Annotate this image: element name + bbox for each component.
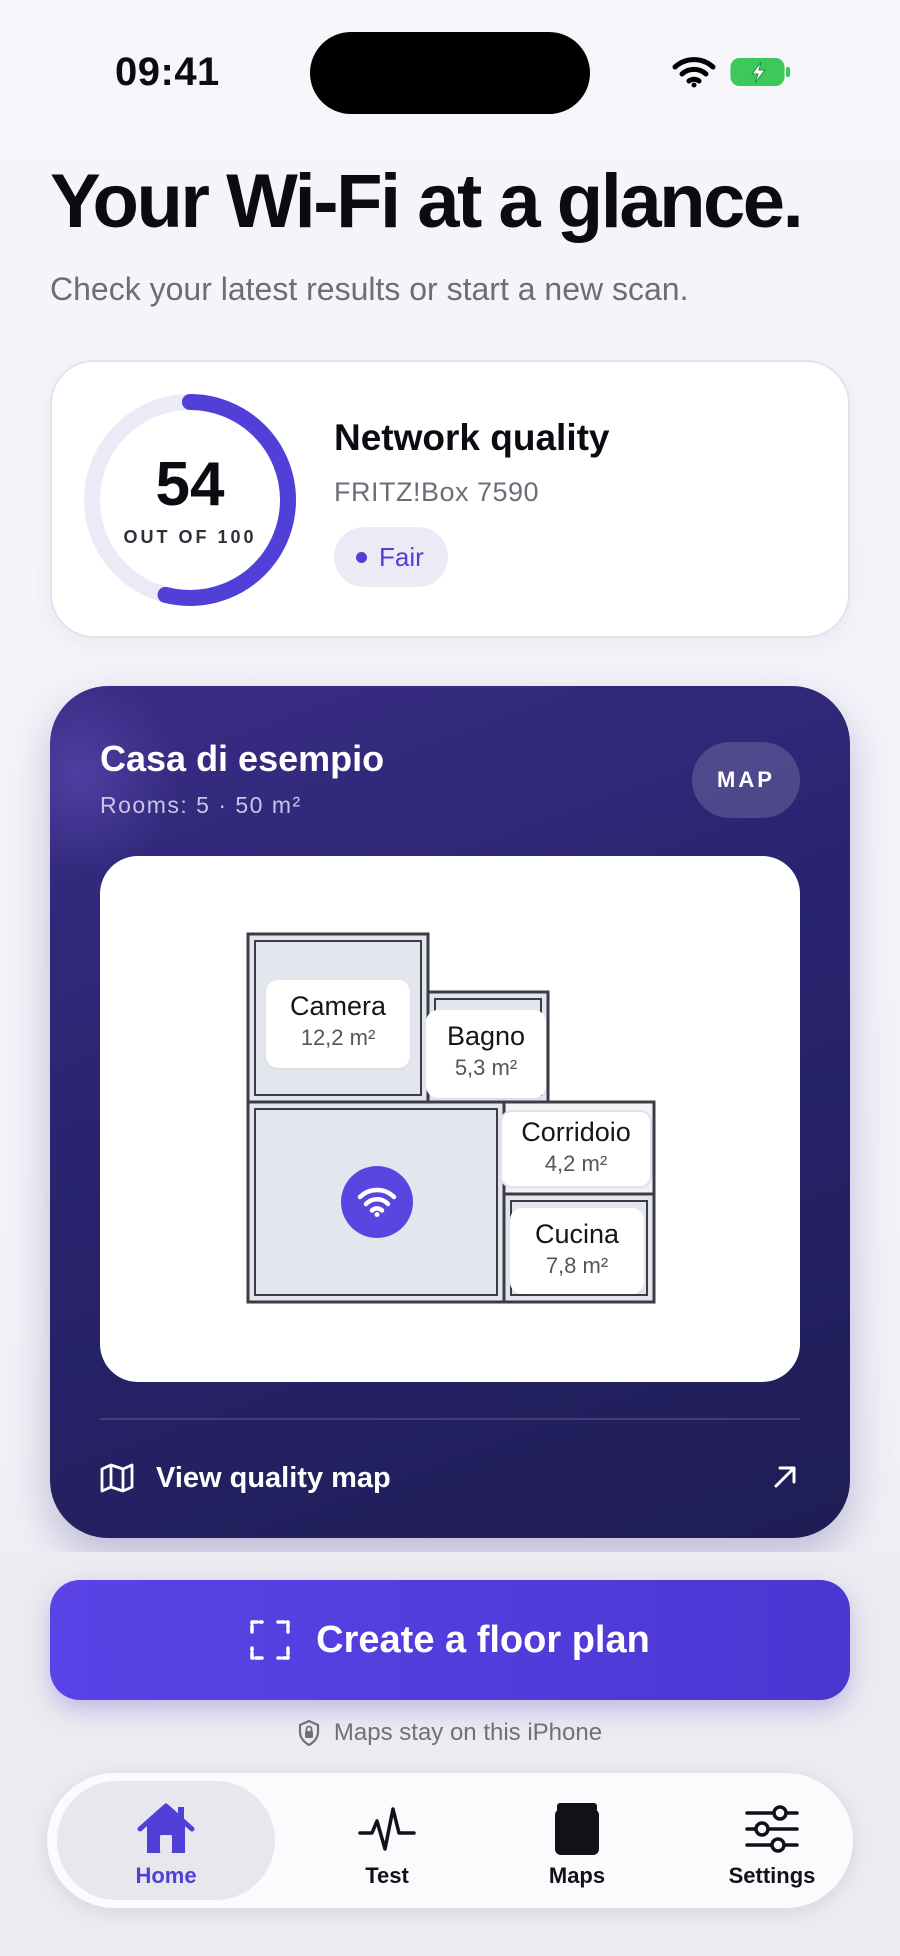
room-area: 7,8 m² — [545, 1252, 609, 1278]
status-time: 09:41 — [115, 50, 220, 94]
lock-shield-icon — [298, 1720, 320, 1746]
room-area: 5,3 m² — [454, 1054, 518, 1080]
room-label-corridoio[interactable]: Corridoio 4,2 m² — [500, 1110, 652, 1188]
status-dot-icon — [356, 551, 367, 563]
home-name: Casa di esempio — [100, 738, 385, 779]
create-floor-plan-button[interactable]: Create a floor plan — [50, 1580, 850, 1700]
tab-maps-label: Maps — [548, 1863, 606, 1888]
status-badge-label: Fair — [379, 541, 424, 572]
wifi-icon — [357, 1187, 397, 1217]
tab-bar: Home Test Maps Settings — [47, 1773, 853, 1908]
room-name: Bagno — [446, 1021, 526, 1051]
create-floor-plan-label: Create a floor plan — [316, 1618, 650, 1661]
map-chip[interactable]: MAP — [692, 742, 800, 818]
tab-home[interactable]: Home — [57, 1781, 275, 1900]
room-label-camera[interactable]: Camera 12,2 m² — [266, 980, 410, 1068]
arrow-up-right-icon — [774, 1466, 796, 1488]
floor-plan-preview[interactable]: Camera 12,2 m² Bagno 5,3 m² Corridoio 4,… — [100, 856, 800, 1382]
tab-test-label: Test — [365, 1863, 409, 1888]
tab-settings-label: Settings — [728, 1863, 816, 1888]
home-meta: Rooms: 5 · 50 m² — [100, 792, 302, 818]
room-area: 4,2 m² — [544, 1150, 608, 1176]
room-name: Cucina — [534, 1219, 620, 1249]
tab-test[interactable]: Test — [317, 1781, 457, 1900]
privacy-note-label: Maps stay on this iPhone — [333, 1719, 603, 1746]
pulse-icon — [358, 1807, 416, 1851]
house-icon — [137, 1803, 195, 1853]
scan-frame-icon — [250, 1620, 290, 1660]
floor-plan-drawing — [246, 932, 656, 1304]
maps-icon — [555, 1803, 599, 1855]
privacy-note: Maps stay on this iPhone — [0, 1712, 900, 1754]
map-icon — [100, 1463, 134, 1493]
room-area: 12,2 m² — [300, 1024, 376, 1050]
router-name: FRITZ!Box 7590 — [334, 477, 540, 507]
tab-maps[interactable]: Maps — [507, 1781, 647, 1900]
page-subtitle: Check your latest results or start a new… — [50, 271, 689, 307]
tab-settings[interactable]: Settings — [697, 1781, 847, 1900]
dynamic-island — [310, 32, 590, 114]
room-name: Corridoio — [521, 1117, 631, 1147]
view-quality-map-label: View quality map — [156, 1461, 391, 1494]
sliders-icon — [745, 1805, 799, 1853]
page-title: Your Wi-Fi at a glance. — [50, 159, 804, 244]
view-quality-map-link[interactable]: View quality map — [100, 1448, 800, 1508]
battery-charging-icon — [730, 58, 790, 86]
home-screen: 09:41 Your Wi-Fi at a glance. Check your… — [0, 0, 900, 1956]
room-label-bagno[interactable]: Bagno 5,3 m² — [426, 1010, 546, 1098]
status-badge: Fair — [334, 527, 448, 587]
room-name: Camera — [289, 991, 387, 1021]
wifi-status-icon — [672, 57, 716, 88]
network-quality-card[interactable]: 54 OUT OF 100 Network quality FRITZ!Box … — [50, 360, 850, 638]
quality-score: 54 — [155, 450, 225, 519]
quality-score-caption: OUT OF 100 — [123, 527, 257, 547]
room-label-cucina[interactable]: Cucina 7,8 m² — [510, 1208, 644, 1294]
quality-title: Network quality — [334, 417, 610, 458]
router-location-marker[interactable] — [341, 1166, 413, 1238]
home-map-card[interactable]: Casa di esempio Rooms: 5 · 50 m² MAP Cam… — [50, 686, 850, 1538]
tab-home-label: Home — [135, 1863, 197, 1888]
card-divider — [100, 1418, 800, 1420]
